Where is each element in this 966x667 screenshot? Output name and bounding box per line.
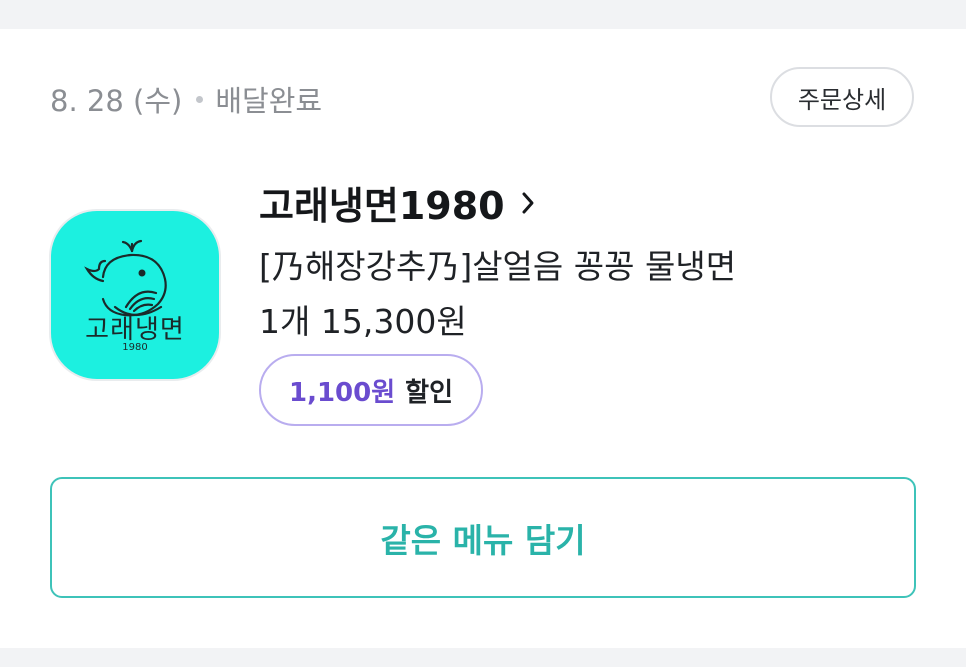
logo-text: 고래냉면 [85, 315, 185, 345]
store-name: 고래냉면1980 [259, 184, 505, 228]
logo-subtext: 1980 [122, 342, 148, 353]
order-meta: 8. 28 (수) 배달완료 [50, 78, 322, 120]
store-logo[interactable]: 고래냉면 1980 [51, 211, 219, 379]
whale-icon [84, 239, 167, 317]
quantity-price: 1개 15,300원 [259, 302, 467, 341]
reorder-same-menu-button[interactable]: 같은 메뉴 담기 [50, 477, 916, 598]
discount-label: 할인 [405, 377, 454, 408]
order-date: 8. 28 (수) [50, 84, 183, 118]
chevron-right-icon [521, 191, 535, 215]
order-card: 8. 28 (수) 배달완료 주문상세 고래냉면 1980 고래냉면1980 [… [0, 29, 966, 648]
discount-amount: 1,100원 [289, 377, 396, 408]
order-detail-button[interactable]: 주문상세 [770, 67, 914, 127]
store-name-link[interactable]: 고래냉면1980 [259, 175, 535, 230]
order-status: 배달완료 [215, 84, 323, 118]
menu-name: [乃해장강추乃]살얼음 꽁꽁 물냉면 [259, 247, 737, 286]
separator-dot [196, 95, 204, 103]
discount-badge: 1,100원 할인 [259, 354, 484, 426]
